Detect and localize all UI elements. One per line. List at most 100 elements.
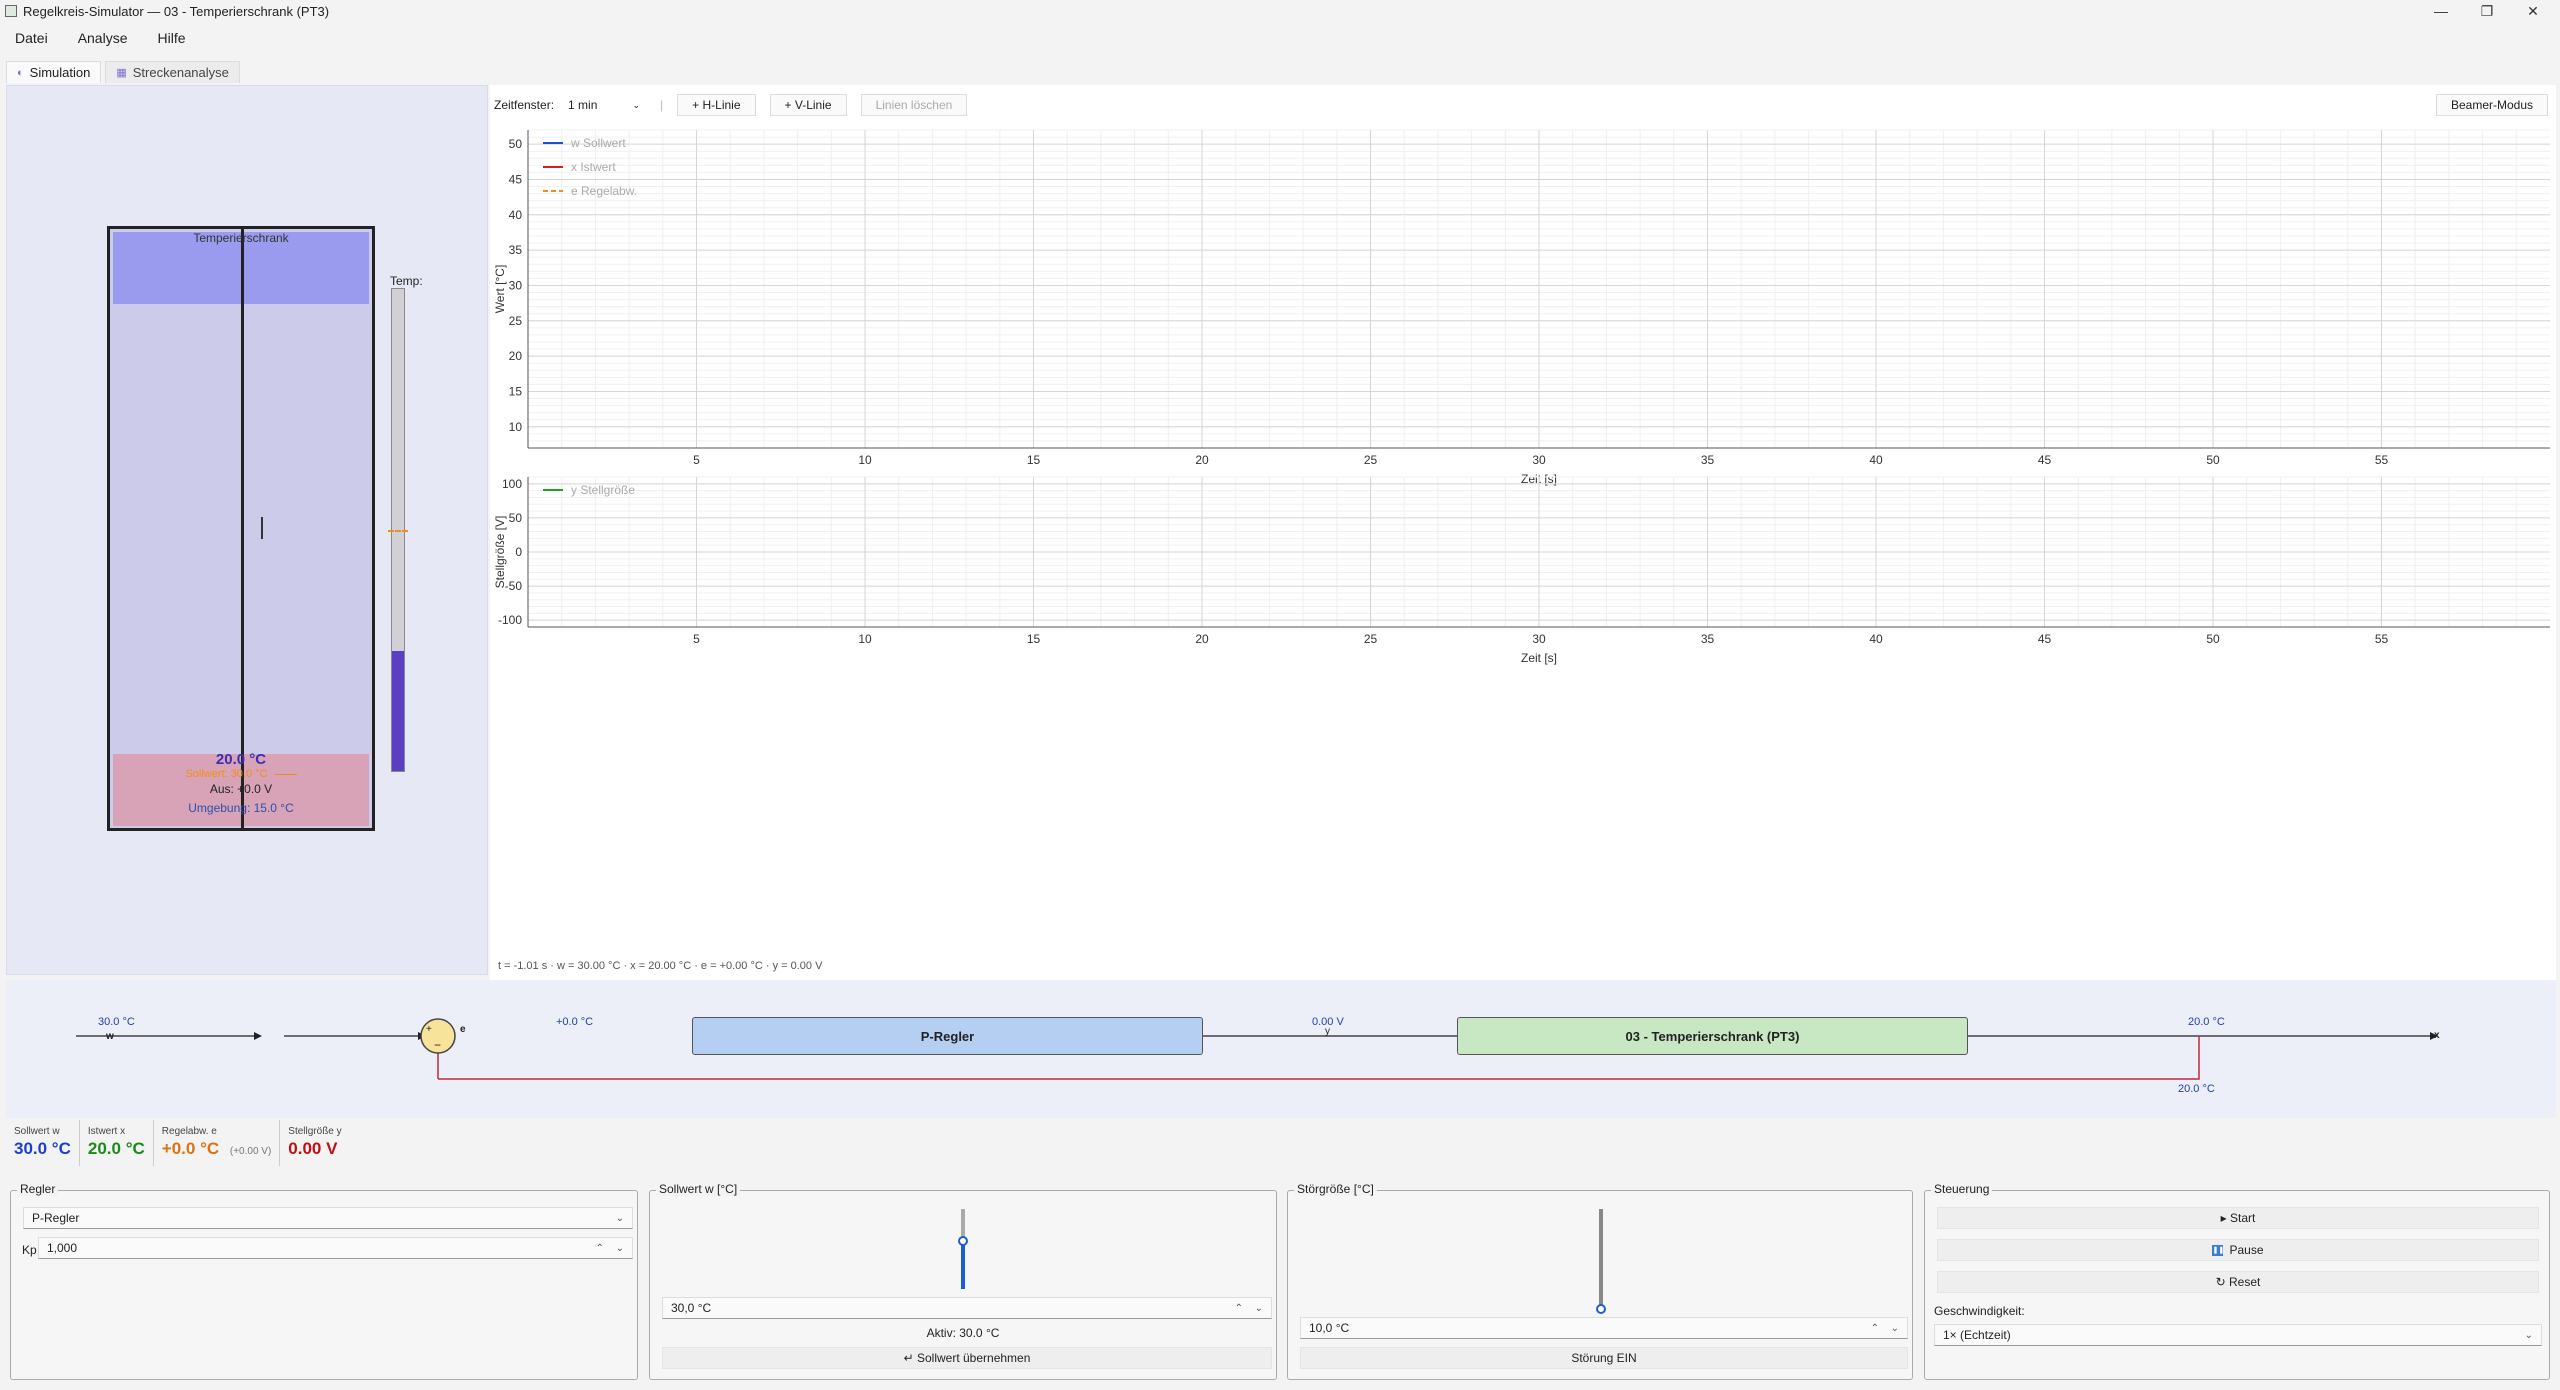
- y-tick-label: 20: [509, 349, 523, 363]
- spin-up-icon[interactable]: ⌃: [596, 1243, 604, 1254]
- legend-label: y Stellgröße: [571, 483, 635, 497]
- minus-sign: −: [434, 1038, 442, 1052]
- x-tick-label: 10: [858, 453, 872, 467]
- y-tick-label: 100: [502, 477, 522, 491]
- pause-button[interactable]: ❚❚ Pause: [1937, 1239, 2539, 1261]
- charts-svg[interactable]: 5 10 15 20 25 30 35 40 45 50 55101520253035404550Z…: [490, 115, 2556, 985]
- setpoint-readout: Sollwert: 30.0 °C: [107, 768, 375, 780]
- spin-up-icon[interactable]: ⌃: [1235, 1303, 1243, 1314]
- start-button[interactable]: ▸ Start: [1937, 1207, 2539, 1229]
- sollwert-slider-knob[interactable]: [958, 1236, 968, 1246]
- x-signal-label: x: [2434, 1030, 2440, 1041]
- chevron-down-icon: ⌄: [615, 1212, 624, 1224]
- x-value-label: 20.0 °C: [2188, 1016, 2225, 1028]
- simulation-icon: ◐: [17, 66, 24, 79]
- value-regelabw-extra: (+0.00 V): [229, 1146, 272, 1157]
- sollwert-slider-fill: [961, 1241, 965, 1289]
- x-tick-label: 45: [2038, 453, 2052, 467]
- add-vline-button[interactable]: + V-Linie: [769, 94, 847, 116]
- stoergroesse-input[interactable]: 10,0 °C ⌃ ⌄: [1300, 1317, 1908, 1339]
- pause-label: Pause: [2229, 1243, 2264, 1257]
- x-tick-label: 15: [1027, 453, 1041, 467]
- spin-up-icon[interactable]: ⌃: [1871, 1323, 1879, 1334]
- w-value-label: 30.0 °C: [98, 1016, 135, 1028]
- value-regelabw-label: Regelabw. e: [161, 1126, 217, 1137]
- x-tick-label: 35: [1701, 632, 1715, 646]
- output-readout: Aus: +0.0 V: [209, 782, 273, 796]
- plant-visualization: Temperierschrank Temp: 20.0 °C Sollwert:…: [6, 85, 488, 975]
- app-icon: [5, 5, 17, 17]
- y-signal-label: y: [1325, 1026, 1330, 1037]
- stoergroesse-input-value: 10,0 °C: [1309, 1321, 1350, 1335]
- clear-lines-button[interactable]: Linien löschen: [860, 94, 968, 116]
- value-stellgroesse: Stellgröße y 0.00 V: [280, 1120, 349, 1166]
- menu-analyse[interactable]: Analyse: [78, 30, 128, 46]
- close-button[interactable]: ✕: [2510, 0, 2556, 22]
- w-signal-label: w: [106, 1031, 114, 1042]
- y-tick-label: 50: [509, 511, 523, 525]
- y-tick-label: 25: [509, 314, 523, 328]
- kp-input[interactable]: 1,000 ⌃ ⌄: [38, 1237, 633, 1259]
- value-regelabw-row: +0.0 °C (+0.00 V): [162, 1139, 272, 1159]
- disturbance-toggle-button[interactable]: Störung EIN: [1300, 1347, 1908, 1369]
- x-tick-label: 40: [1869, 632, 1883, 646]
- menu-hilfe[interactable]: Hilfe: [158, 30, 186, 46]
- y-tick-label: 30: [509, 278, 523, 292]
- steuerung-group-title: Steuerung: [1931, 1182, 1993, 1196]
- spin-down-icon[interactable]: ⌄: [1255, 1303, 1263, 1314]
- x-tick-label: 55: [2375, 632, 2389, 646]
- tab-streckenanalyse[interactable]: ▦ Streckenanalyse: [105, 61, 240, 83]
- beamer-mode-button[interactable]: Beamer-Modus: [2435, 94, 2548, 116]
- x-tick-label: 45: [2038, 632, 2052, 646]
- y-axis-label: Wert [°C]: [493, 265, 507, 314]
- menu-datei[interactable]: Datei: [15, 30, 48, 46]
- x-tick-label: 35: [1701, 453, 1715, 467]
- x-tick-label: 15: [1027, 632, 1041, 646]
- y-tick-label: -50: [505, 579, 523, 593]
- x-tick-label: 50: [2206, 632, 2220, 646]
- regler-group: Regler P-Regler ⌄ Kp 1,000 ⌃ ⌄: [10, 1182, 638, 1380]
- spin-down-icon[interactable]: ⌄: [1891, 1323, 1899, 1334]
- add-hline-button[interactable]: + H-Linie: [677, 94, 756, 116]
- value-istwert-number: 20.0 °C: [87, 1139, 145, 1158]
- x-tick-label: 30: [1532, 632, 1546, 646]
- minimize-button[interactable]: —: [2418, 0, 2464, 22]
- value-stellgroesse-label: Stellgröße y: [288, 1126, 342, 1137]
- stoergroesse-slider-knob[interactable]: [1596, 1304, 1606, 1314]
- e-signal-label: e: [460, 1024, 466, 1035]
- sollwert-active-text: Aktiv: 30.0 °C: [926, 1326, 1000, 1340]
- window-size-select[interactable]: 1 min ⌄: [562, 94, 646, 116]
- speed-select[interactable]: 1× (Echtzeit) ⌄: [1934, 1324, 2542, 1346]
- y-tick-label: 45: [509, 172, 523, 186]
- value-stellgroesse-number: 0.00 V: [288, 1139, 338, 1158]
- chevron-down-icon: ⌄: [632, 99, 641, 110]
- speed-value: 1× (Echtzeit): [1943, 1328, 2011, 1342]
- y-tick-label: -100: [498, 613, 522, 627]
- y-tick-label: 15: [509, 384, 523, 398]
- y-tick-label: 10: [509, 420, 523, 434]
- sollwert-input[interactable]: 30,0 °C ⌃ ⌄: [662, 1297, 1272, 1319]
- tab-simulation[interactable]: ◐ Simulation: [6, 61, 102, 83]
- controller-block[interactable]: P-Regler: [692, 1017, 1203, 1055]
- apply-setpoint-button[interactable]: ↵ Sollwert übernehmen: [662, 1347, 1272, 1369]
- title-bar: Regelkreis-Simulator — 03 - Temperiersch…: [0, 0, 2560, 22]
- block-diagram: 30.0 °C w + − e +0.0 °C P-Regler 0.00 V …: [6, 980, 2556, 1118]
- regler-group-title: Regler: [17, 1182, 59, 1196]
- value-sollwert-label: Sollwert w: [14, 1126, 60, 1137]
- controller-type-select[interactable]: P-Regler ⌄: [23, 1207, 633, 1229]
- sollwert-group: Sollwert w [°C] 30,0 °C ⌃ ⌄ Aktiv: 30.0 …: [649, 1182, 1277, 1380]
- e-value-label: +0.0 °C: [556, 1016, 594, 1028]
- menu-bar: Datei Analyse Hilfe: [0, 26, 201, 50]
- legend-label: x Istwert: [571, 160, 616, 174]
- stoergroesse-slider[interactable]: [1599, 1209, 1603, 1309]
- cabinet-door-split: [241, 229, 244, 829]
- legend-label: e Regelabw.: [571, 184, 637, 198]
- spin-down-icon[interactable]: ⌄: [616, 1243, 624, 1254]
- reset-button[interactable]: ↻ Reset: [1937, 1271, 2539, 1293]
- x-tick-label: 5: [693, 632, 700, 646]
- window-title: Regelkreis-Simulator — 03 - Temperiersch…: [23, 3, 330, 19]
- value-regelabw: Regelabw. e +0.0 °C (+0.00 V): [154, 1120, 281, 1166]
- maximize-button[interactable]: ❐: [2464, 0, 2510, 22]
- plant-block[interactable]: 03 - Temperierschrank (PT3): [1457, 1017, 1968, 1055]
- x-tick-label: 20: [1195, 632, 1209, 646]
